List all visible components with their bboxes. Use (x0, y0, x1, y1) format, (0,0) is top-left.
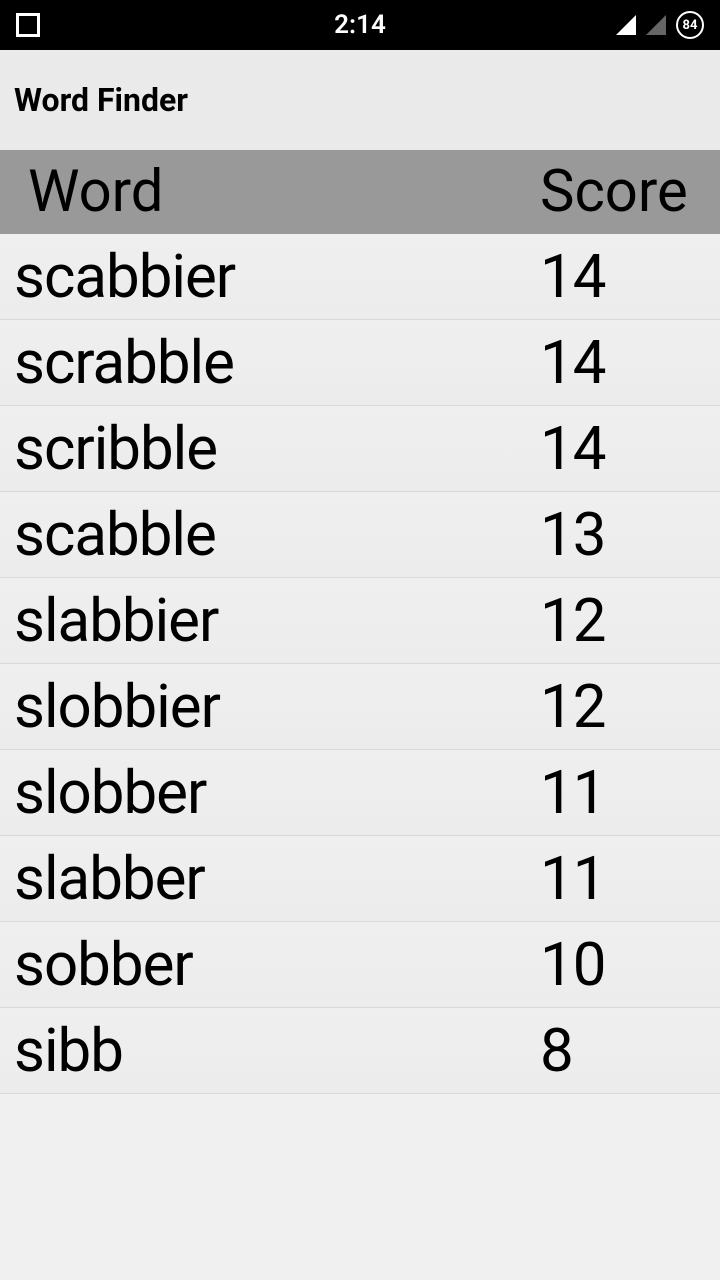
score-cell: 12 (540, 585, 720, 656)
status-time: 2:14 (334, 10, 386, 40)
table-header: Word Score (0, 150, 720, 234)
table-row[interactable]: scabbier 14 (0, 234, 720, 320)
score-cell: 14 (540, 241, 720, 312)
app-title-bar: Word Finder (0, 50, 720, 150)
app-indicator-icon (16, 13, 40, 37)
score-cell: 14 (540, 327, 720, 398)
table-row[interactable]: slobber 11 (0, 750, 720, 836)
table-row[interactable]: slobbier 12 (0, 664, 720, 750)
score-cell: 12 (540, 671, 720, 742)
status-left (16, 13, 40, 37)
status-right: 84 (616, 11, 704, 39)
table-row[interactable]: scrabble 14 (0, 320, 720, 406)
signal-icon (616, 15, 636, 35)
score-cell: 13 (540, 499, 720, 570)
score-cell: 10 (540, 929, 720, 1000)
table-row[interactable]: sibb 8 (0, 1008, 720, 1094)
word-cell: slabbier (0, 585, 540, 656)
word-cell: scabbier (0, 241, 540, 312)
table-row[interactable]: scribble 14 (0, 406, 720, 492)
score-cell: 11 (540, 757, 720, 828)
status-bar: 2:14 84 (0, 0, 720, 50)
word-cell: scribble (0, 413, 540, 484)
signal-icon-secondary (646, 15, 666, 35)
word-cell: scrabble (0, 327, 540, 398)
word-cell: slabber (0, 843, 540, 914)
word-cell: scabble (0, 499, 540, 570)
app-title: Word Finder (14, 81, 188, 119)
column-header-word: Word (0, 158, 540, 226)
battery-icon: 84 (676, 11, 704, 39)
score-cell: 8 (540, 1015, 720, 1086)
word-cell: sibb (0, 1015, 540, 1086)
word-cell: sobber (0, 929, 540, 1000)
table-row[interactable]: slabber 11 (0, 836, 720, 922)
column-header-score: Score (540, 158, 720, 226)
table-row[interactable]: scabble 13 (0, 492, 720, 578)
score-cell: 14 (540, 413, 720, 484)
word-cell: slobbier (0, 671, 540, 742)
word-cell: slobber (0, 757, 540, 828)
results-list: scabbier 14 scrabble 14 scribble 14 scab… (0, 234, 720, 1094)
score-cell: 11 (540, 843, 720, 914)
table-row[interactable]: slabbier 12 (0, 578, 720, 664)
table-row[interactable]: sobber 10 (0, 922, 720, 1008)
